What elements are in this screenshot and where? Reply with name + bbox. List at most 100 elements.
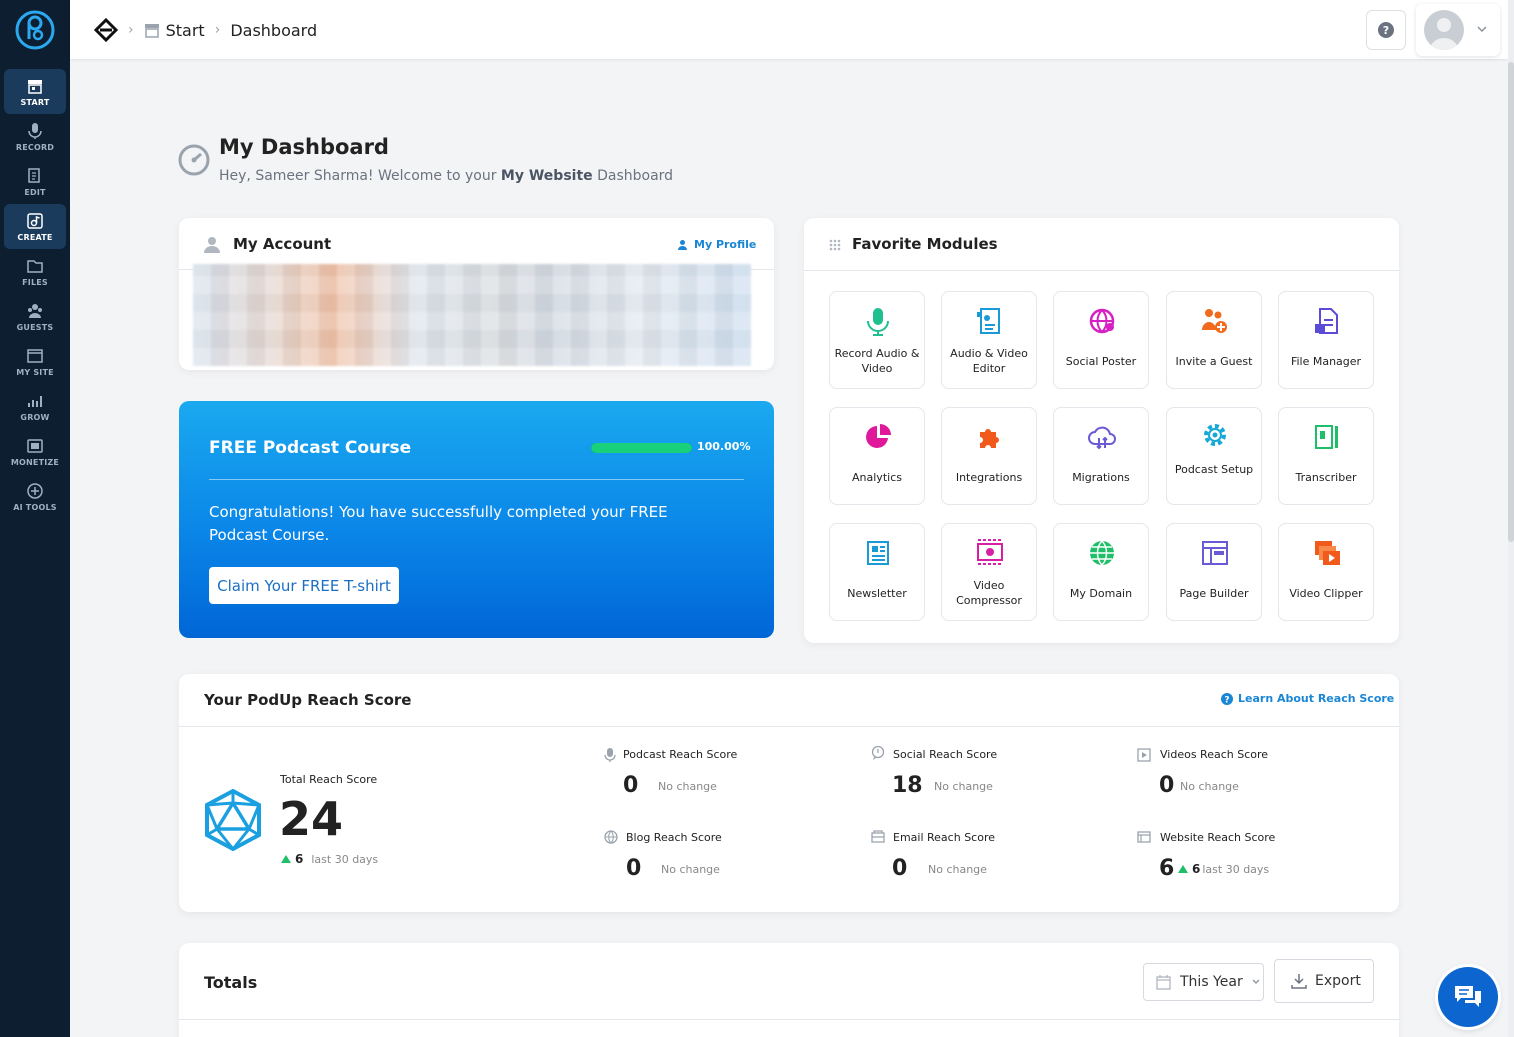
course-progress-bar [591,443,692,453]
module-integrations[interactable]: Integrations [941,407,1037,505]
sidebar-item-label: AI TOOLS [13,502,57,512]
icosahedron-icon [205,789,261,851]
module-podcast-setup[interactable]: Podcast Setup [1166,407,1262,505]
videos-reach-value: 0 [1159,773,1175,798]
sidebar-item-files[interactable]: FILES [4,249,66,294]
module-label: Video Clipper [1289,587,1363,600]
social-reach-label: Social Reach Score [893,748,998,761]
module-label: Analytics [852,471,902,484]
store-icon [144,24,159,38]
video-icon [1137,748,1151,762]
module-my-domain[interactable]: My Domain [1053,523,1149,621]
avatar [1424,10,1464,50]
period-select[interactable]: This Year [1143,963,1264,1001]
chevron-down-icon [1477,26,1487,33]
reach-score-card: Your PodUp Reach Score ? Learn About Rea… [179,674,1399,912]
chart-icon [28,395,42,407]
clipper-icon [1315,541,1340,565]
sidebar-item-edit[interactable]: EDIT [4,159,66,204]
breadcrumb-start[interactable]: Start [166,21,205,40]
website-reach-change: 6 last 30 days [1178,862,1269,876]
sidebar-item-record[interactable]: RECORD [4,114,66,159]
chevron-right-icon: › [214,22,221,38]
videos-reach-note: No change [1180,780,1239,793]
sidebar-item-create[interactable]: CREATE [4,204,66,249]
module-social-poster[interactable]: Social Poster [1053,291,1149,389]
sidebar-item-guests[interactable]: GUESTS [4,294,66,339]
sidebar-item-start[interactable]: START [4,69,66,114]
brand-diamond-icon[interactable] [94,18,118,42]
podcast-reach-label: Podcast Reach Score [623,748,738,761]
chat-icon [1455,986,1481,1007]
site-icon [27,348,43,363]
user-menu-button[interactable] [1416,4,1500,56]
monetize-icon [27,438,43,453]
breadcrumb: › Start › Dashboard [94,18,317,42]
page-title: My Dashboard [219,135,389,159]
chat-support-button[interactable] [1438,967,1498,1027]
claim-tshirt-button[interactable]: Claim Your FREE T-shirt [209,567,399,604]
module-newsletter[interactable]: Newsletter [829,523,925,621]
module-label: Page Builder [1179,587,1249,600]
divider [179,1019,1399,1020]
triangle-up-icon [1178,865,1188,873]
svg-text:?: ? [1224,695,1229,705]
export-button[interactable]: Export [1274,959,1374,1003]
sidebar-item-monetize[interactable]: MONETIZE [4,429,66,474]
totals-card: Totals This Year Export [179,943,1399,1037]
user-icon [678,240,687,250]
svg-text:?: ? [1383,24,1389,37]
module-label: Audio & Video Editor [950,347,1028,375]
sidebar: START RECORD EDIT CREATE FILES GUESTS MY… [0,0,70,1037]
favorite-modules-title: Favorite Modules [852,235,998,253]
divider [804,270,1399,271]
module-video-clipper[interactable]: Video Clipper [1278,523,1374,621]
globe-icon [1090,540,1114,566]
module-invite-a-guest[interactable]: Invite a Guest [1166,291,1262,389]
cloud-icon [1088,426,1116,450]
course-title: FREE Podcast Course [209,438,412,458]
podcast-reach-note: No change [658,780,717,793]
page-icon [1202,541,1228,565]
sidebar-item-label: GROW [20,412,50,422]
chevron-right-icon: › [128,22,134,38]
puzzle-icon [980,429,999,448]
module-video-compressor[interactable]: Video Compressor [941,523,1037,621]
my-account-card: My Account My Profile [179,218,774,370]
ai-icon [27,482,43,499]
my-profile-link[interactable]: My Profile [677,238,756,251]
my-account-title: My Account [233,235,332,253]
scrollbar-thumb[interactable] [1508,62,1514,542]
blog-reach-label: Blog Reach Score [626,831,722,844]
blog-reach-note: No change [661,863,720,876]
help-button[interactable]: ? [1366,10,1406,50]
gear-icon [1204,424,1226,446]
sidebar-item-my-site[interactable]: MY SITE [4,339,66,384]
newsletter-icon [867,541,889,565]
email-reach-label: Email Reach Score [893,831,995,844]
module-transcriber[interactable]: Transcriber [1278,407,1374,505]
mic-icon [604,748,616,762]
module-label: File Manager [1290,355,1362,368]
sidebar-item-ai-tools[interactable]: AI TOOLS [4,474,66,519]
store-icon [28,79,42,94]
podup-logo-icon[interactable] [14,9,56,51]
learn-reach-score-link[interactable]: ? Learn About Reach Score [1221,692,1394,705]
module-page-builder[interactable]: Page Builder [1166,523,1262,621]
sidebar-item-label: MY SITE [16,367,54,377]
website-reach-value: 6 [1159,856,1175,881]
module-record-audio-video[interactable]: Record Audio & Video [829,291,925,389]
sidebar-item-label: START [20,97,50,107]
module-analytics[interactable]: Analytics [829,407,925,505]
module-file-manager[interactable]: File Manager [1278,291,1374,389]
divider [179,726,1399,727]
email-reach-value: 0 [892,856,908,881]
invite-icon [1202,309,1227,333]
module-label: Migrations [1072,471,1130,484]
module-migrations[interactable]: Migrations [1053,407,1149,505]
mic-icon [867,308,889,336]
account-info-redacted [193,264,751,366]
pie-icon [866,424,891,448]
module-audio-video-editor[interactable]: Audio & Video Editor [941,291,1037,389]
sidebar-item-grow[interactable]: GROW [4,384,66,429]
